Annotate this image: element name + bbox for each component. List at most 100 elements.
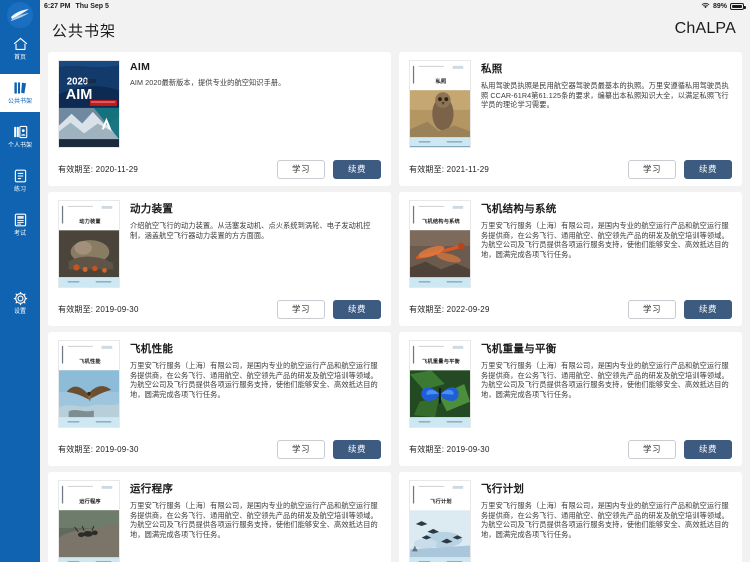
- book-cover-dragonfly-icon[interactable]: 飞机结构与系统: [409, 200, 471, 288]
- sidebar-item-label: 个人书架: [7, 142, 32, 149]
- book-text: 飞行计划 万里安飞行服务（上海）有限公司，是国内专业的航空运行产品和航空运行服务…: [481, 480, 732, 562]
- renew-button[interactable]: 续费: [333, 299, 381, 319]
- book-card[interactable]: 飞机结构与系统 飞机结构与系统 万里安飞行服务（上海）有限公司，是国内专业的航空…: [399, 192, 742, 326]
- page-title: 公共书架: [52, 22, 117, 40]
- chalpa-logo: ChALPA: [675, 20, 736, 40]
- book-description: 万里安飞行服务（上海）有限公司，是国内专业的航空运行产品和航空运行服务提供商，在…: [130, 501, 378, 539]
- sidebar-item-label: 练习: [13, 186, 26, 193]
- expiry-label: 有效期至:: [409, 164, 445, 174]
- book-expiry: 有效期至: 2019-09-30: [58, 304, 139, 315]
- study-button[interactable]: 学习: [628, 159, 676, 179]
- study-button[interactable]: 学习: [277, 159, 325, 179]
- bookshelf-grid: 2020 AIM 2020 AIM AIM 2020最新版本，提供专业的航空知识…: [40, 48, 750, 562]
- book-card-body: 飞行计划 飞行计划 万里安飞行服务（上海）有限公司，是国内专业的航空运行产品和航…: [409, 480, 732, 562]
- book-card[interactable]: 飞机重量与平衡 飞机重量与平衡 万里安飞行服务（上海）有限公司，是国内专业的航空…: [399, 332, 742, 466]
- expiry-date: 2020-11-29: [95, 164, 138, 174]
- app-logo-circle: [7, 2, 33, 28]
- book-card-body: 动力装置 动力装置 介绍航空飞行的动力装置。从活塞发动机、点火系统到涡轮、电子发…: [58, 200, 381, 296]
- battery-percent: 89%: [712, 2, 727, 10]
- book-text: 飞机重量与平衡 万里安飞行服务（上海）有限公司，是国内专业的航空运行产品和航空运…: [481, 340, 732, 436]
- book-card-footer: 有效期至: 2020-11-29 学习 续费: [58, 158, 381, 180]
- book-description: 介绍航空飞行的动力装置。从活塞发动机、点火系统到涡轮、电子发动机控制，涵盖航空飞…: [130, 221, 371, 240]
- app-root: 首页 公共书架 个人书架 练习 考试 设置 6:27 PM Thu Sep 5 89%: [0, 0, 750, 562]
- book-actions: 学习 续费: [628, 159, 732, 179]
- book-cover-owl-icon[interactable]: 私照: [409, 60, 471, 148]
- book-card-body: 私照 私照 私用驾驶员执照是民用航空器驾驶员最基本的执照。万里安遵循私用驾驶员执…: [409, 60, 732, 156]
- book-title: AIM: [130, 61, 151, 73]
- public-bookshelf-icon: [13, 81, 28, 96]
- wing-logo-icon: [9, 4, 31, 26]
- book-card[interactable]: 2020 AIM 2020 AIM AIM 2020最新版本，提供专业的航空知识…: [48, 52, 391, 186]
- book-text: 运行程序 万里安飞行服务（上海）有限公司，是国内专业的航空运行产品和航空运行服务…: [130, 480, 381, 562]
- book-cover-birds-icon[interactable]: 飞行计划: [409, 480, 471, 562]
- book-cover-butterfly-icon[interactable]: 飞机重量与平衡: [409, 340, 471, 428]
- renew-button[interactable]: 续费: [684, 299, 732, 319]
- content-area: 6:27 PM Thu Sep 5 89% 公共书架 ChALPA 2020 A…: [40, 0, 750, 562]
- renew-button[interactable]: 续费: [684, 159, 732, 179]
- renew-button[interactable]: 续费: [333, 439, 381, 459]
- book-cover-title: 飞机重量与平衡: [422, 359, 460, 365]
- sidebar-item-0[interactable]: 首页: [0, 30, 40, 68]
- personal-bookshelf-icon: [13, 125, 28, 140]
- book-cover-title: 飞行计划: [430, 499, 452, 505]
- book-expiry: 有效期至: 2019-09-30: [58, 444, 139, 455]
- book-text: 飞机性能 万里安飞行服务（上海）有限公司，是国内专业的航空运行产品和航空运行服务…: [130, 340, 381, 436]
- book-expiry: 有效期至: 2022-09-29: [409, 304, 490, 315]
- book-actions: 学习 续费: [277, 439, 381, 459]
- practice-document-icon: [13, 169, 28, 184]
- book-card[interactable]: 运行程序 运行程序 万里安飞行服务（上海）有限公司，是国内专业的航空运行产品和航…: [48, 472, 391, 562]
- sidebar-item-label: 设置: [13, 308, 26, 315]
- study-button[interactable]: 学习: [277, 299, 325, 319]
- expiry-date: 2019-09-30: [95, 444, 139, 454]
- book-cover-eagle-icon[interactable]: 飞机性能: [58, 340, 120, 428]
- renew-button[interactable]: 续费: [333, 159, 381, 179]
- book-cover-title: 动力装置: [79, 219, 101, 225]
- book-cover-aim-icon[interactable]: 2020 AIM 2020: [58, 60, 120, 148]
- expiry-date: 2021-11-29: [446, 164, 489, 174]
- study-button[interactable]: 学习: [628, 439, 676, 459]
- study-button[interactable]: 学习: [277, 439, 325, 459]
- book-title: 飞机性能: [130, 343, 174, 355]
- expiry-date: 2019-09-30: [446, 444, 490, 454]
- sidebar-item-5[interactable]: 设置: [0, 284, 40, 322]
- status-bar: 6:27 PM Thu Sep 5 89%: [40, 0, 750, 12]
- book-cover-title: 飞机性能: [79, 359, 101, 365]
- book-description: 万里安飞行服务（上海）有限公司，是国内专业的航空运行产品和航空运行服务提供商，在…: [481, 221, 729, 259]
- exam-paper-icon: [13, 213, 28, 228]
- book-description: 万里安飞行服务（上海）有限公司，是国内专业的航空运行产品和航空运行服务提供商，在…: [481, 361, 729, 399]
- gear-icon: [13, 291, 28, 306]
- book-card-footer: 有效期至: 2019-09-30 学习 续费: [58, 298, 381, 320]
- page-header: 公共书架 ChALPA: [40, 12, 750, 48]
- sidebar-item-label: 公共书架: [7, 98, 32, 105]
- book-cover-ant-icon[interactable]: 运行程序: [58, 480, 120, 562]
- book-text: 私照 私用驾驶员执照是民用航空器驾驶员最基本的执照。万里安遵循私用驾驶员执照 C…: [481, 60, 732, 156]
- book-card[interactable]: 私照 私照 私用驾驶员执照是民用航空器驾驶员最基本的执照。万里安遵循私用驾驶员执…: [399, 52, 742, 186]
- expiry-label: 有效期至:: [58, 304, 94, 314]
- sidebar-item-3[interactable]: 练习: [0, 162, 40, 200]
- book-description: AIM 2020最新版本，提供专业的航空知识手册。: [130, 78, 286, 87]
- book-actions: 学习 续费: [628, 439, 732, 459]
- sidebar-item-1[interactable]: 公共书架: [0, 74, 40, 112]
- expiry-label: 有效期至:: [58, 164, 94, 174]
- book-title: 运行程序: [130, 483, 174, 495]
- book-card-body: 飞机重量与平衡 飞机重量与平衡 万里安飞行服务（上海）有限公司，是国内专业的航空…: [409, 340, 732, 436]
- sidebar-item-4[interactable]: 考试: [0, 206, 40, 244]
- book-actions: 学习 续费: [628, 299, 732, 319]
- book-card[interactable]: 飞行计划 飞行计划 万里安飞行服务（上海）有限公司，是国内专业的航空运行产品和航…: [399, 472, 742, 562]
- wifi-icon: [701, 2, 710, 11]
- book-cover-engine-icon[interactable]: 动力装置: [58, 200, 120, 288]
- renew-button[interactable]: 续费: [684, 439, 732, 459]
- study-button[interactable]: 学习: [628, 299, 676, 319]
- book-description: 万里安飞行服务（上海）有限公司，是国内专业的航空运行产品和航空运行服务提供商，在…: [130, 361, 378, 399]
- book-expiry: 有效期至: 2020-11-29: [58, 164, 138, 175]
- status-bar-left: 6:27 PM Thu Sep 5: [40, 3, 109, 10]
- expiry-date: 2022-09-29: [446, 304, 490, 314]
- sidebar-item-2[interactable]: 个人书架: [0, 118, 40, 156]
- book-cover-title: 2020: [83, 79, 97, 85]
- logo-swoosh-icon: [703, 34, 716, 39]
- book-card[interactable]: 动力装置 动力装置 介绍航空飞行的动力装置。从活塞发动机、点火系统到涡轮、电子发…: [48, 192, 391, 326]
- book-card[interactable]: 飞机性能 飞机性能 万里安飞行服务（上海）有限公司，是国内专业的航空运行产品和航…: [48, 332, 391, 466]
- book-card-footer: 有效期至: 2021-11-29 学习 续费: [409, 158, 732, 180]
- expiry-label: 有效期至:: [58, 444, 94, 454]
- book-title: 私照: [481, 63, 503, 75]
